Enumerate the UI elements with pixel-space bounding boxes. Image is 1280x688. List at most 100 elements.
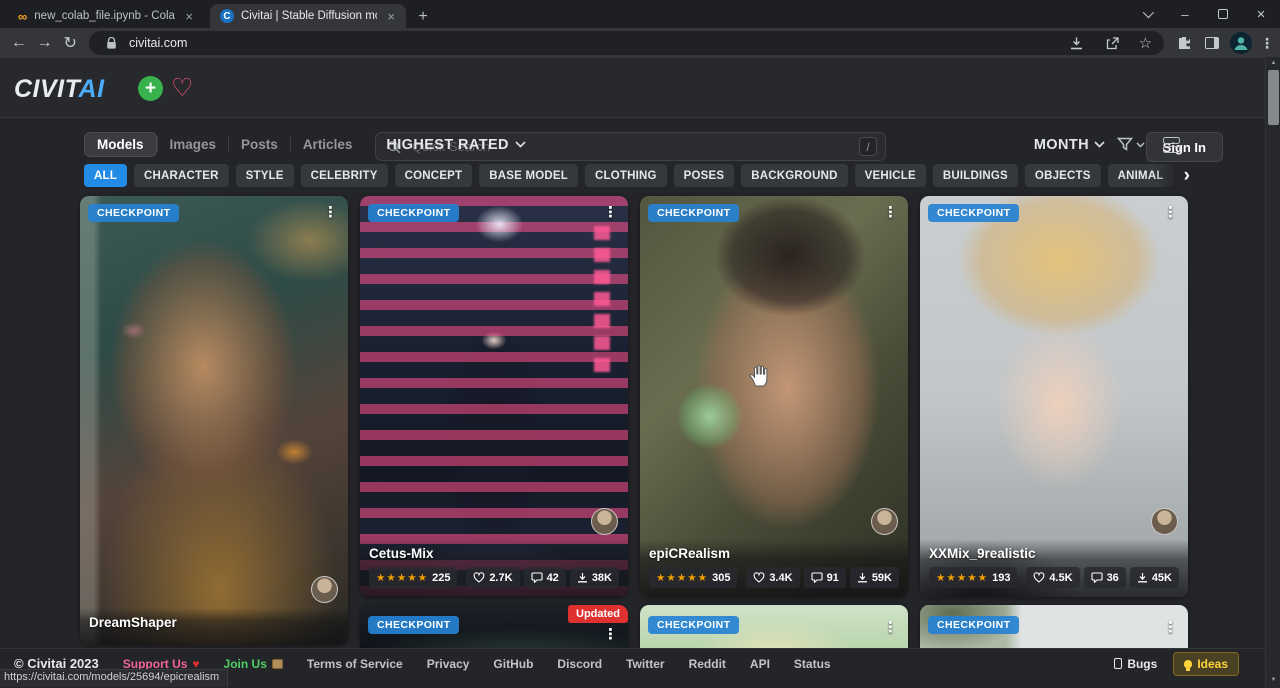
card-menu-kebab-icon[interactable]: ⋮: [1157, 201, 1184, 223]
ideas-button[interactable]: Ideas: [1173, 652, 1239, 676]
card-menu-kebab-icon[interactable]: ⋮: [877, 616, 904, 638]
creator-avatar[interactable]: [871, 508, 898, 535]
model-card-partial[interactable]: CHECKPOINT Updated ⋮: [360, 605, 628, 648]
civitai-favicon: C: [220, 9, 234, 23]
chevron-down-icon: [515, 141, 526, 148]
model-card-dreamshaper[interactable]: CHECKPOINT ⋮ DreamShaper: [80, 196, 348, 645]
comments-pill: 42: [524, 567, 566, 588]
creator-avatar[interactable]: [591, 508, 618, 535]
tab-posts[interactable]: Posts: [229, 133, 290, 156]
filter-funnel-dropdown[interactable]: [1117, 137, 1145, 152]
create-plus-button[interactable]: +: [138, 76, 163, 101]
footer-link-terms[interactable]: Terms of Service: [307, 657, 403, 671]
scroll-up-arrow[interactable]: ▲: [1266, 57, 1280, 69]
footer-link-github[interactable]: GitHub: [493, 657, 533, 671]
model-type-badge: CHECKPOINT: [368, 616, 459, 634]
back-button[interactable]: ←: [6, 30, 32, 57]
tab-articles[interactable]: Articles: [291, 133, 365, 156]
card-menu-kebab-icon[interactable]: ⋮: [1157, 616, 1184, 638]
tab-close-icon[interactable]: ×: [182, 9, 196, 24]
creator-avatar[interactable]: [1151, 508, 1178, 535]
chip-character[interactable]: CHARACTER: [134, 164, 229, 187]
scrollbar-thumb[interactable]: [1268, 70, 1279, 125]
browser-profile-avatar[interactable]: [1230, 32, 1252, 54]
footer-link-twitter[interactable]: Twitter: [626, 657, 664, 671]
reload-button[interactable]: ↻: [57, 30, 83, 57]
chip-buildings[interactable]: BUILDINGS: [933, 164, 1018, 187]
tab-models[interactable]: Models: [84, 132, 157, 157]
chip-objects[interactable]: OBJECTS: [1025, 164, 1101, 187]
download-icon: [577, 572, 588, 583]
page-scrollbar[interactable]: ▲ ▼: [1265, 57, 1280, 688]
window-menu-chevron-icon[interactable]: [1128, 0, 1166, 28]
chip-base-model[interactable]: BASE MODEL: [479, 164, 578, 187]
tab-images[interactable]: Images: [158, 133, 229, 156]
rating-pill: ★★★★★225: [369, 567, 457, 588]
model-card-cetus-mix[interactable]: CHECKPOINT ⋮ Cetus-Mix ★★★★★225 2.7K 42 …: [360, 196, 628, 597]
window-minimize-button[interactable]: –: [1166, 0, 1204, 28]
layout-toggle-icon[interactable]: [1163, 137, 1180, 153]
sort-dropdown[interactable]: HIGHEST RATED: [386, 137, 526, 153]
creator-avatar[interactable]: [311, 576, 338, 603]
model-type-badge: CHECKPOINT: [648, 204, 739, 222]
download-icon: [857, 572, 868, 583]
model-card-epicrealism[interactable]: CHECKPOINT ⋮ epiCRealism ★★★★★305 3.4K 9…: [640, 196, 908, 597]
footer-link-discord[interactable]: Discord: [557, 657, 602, 671]
model-preview-image: [80, 196, 348, 645]
comments-pill: 36: [1084, 567, 1126, 588]
download-icon[interactable]: [1067, 33, 1087, 53]
search-shortcut-key: /: [859, 137, 877, 156]
model-title: epiCRealism: [649, 546, 899, 561]
window-close-button[interactable]: ×: [1242, 0, 1280, 28]
new-tab-button[interactable]: +: [412, 6, 434, 28]
share-icon[interactable]: [1103, 33, 1123, 53]
extensions-puzzle-icon[interactable]: [1174, 33, 1194, 53]
window-maximize-button[interactable]: [1204, 0, 1242, 28]
model-card-partial[interactable]: CHECKPOINT ⋮: [920, 605, 1188, 648]
chip-vehicle[interactable]: VEHICLE: [855, 164, 926, 187]
browser-tab-civitai[interactable]: C Civitai | Stable Diffusion models, ×: [210, 4, 406, 28]
model-type-badge: CHECKPOINT: [88, 204, 179, 222]
footer-link-api[interactable]: API: [750, 657, 770, 671]
chips-scroll-right[interactable]: ›: [1154, 162, 1192, 189]
forward-button[interactable]: →: [32, 30, 58, 57]
chip-background[interactable]: BACKGROUND: [741, 164, 847, 187]
card-menu-kebab-icon[interactable]: ⋮: [317, 201, 344, 223]
colab-icon: ∞: [18, 9, 27, 24]
footer-link-privacy[interactable]: Privacy: [427, 657, 470, 671]
support-heart-icon[interactable]: ♡: [171, 73, 193, 103]
chip-style[interactable]: STYLE: [236, 164, 294, 187]
tab-close-icon[interactable]: ×: [384, 9, 398, 24]
footer-link-join-us[interactable]: Join Us: [224, 657, 283, 671]
url-text[interactable]: civitai.com: [129, 36, 1059, 50]
browser-tab-colab[interactable]: ∞ new_colab_file.ipynb - Colaborat ×: [8, 4, 204, 28]
model-card-xxmix9realistic[interactable]: CHECKPOINT ⋮ XXMix_9realistic ★★★★★193 4…: [920, 196, 1188, 597]
chip-celebrity[interactable]: CELEBRITY: [301, 164, 388, 187]
chip-clothing[interactable]: CLOTHING: [585, 164, 667, 187]
address-bar[interactable]: civitai.com ☆: [89, 31, 1164, 55]
scroll-down-arrow[interactable]: ▼: [1266, 674, 1280, 686]
bugs-button[interactable]: Bugs: [1114, 657, 1157, 671]
civitai-logo[interactable]: CIVITAI: [14, 75, 105, 104]
footer-link-reddit[interactable]: Reddit: [689, 657, 726, 671]
model-preview-image: [640, 196, 908, 597]
downloads-pill: 45K: [1130, 567, 1179, 588]
card-menu-kebab-icon[interactable]: ⋮: [597, 201, 624, 223]
bug-icon: [1114, 658, 1122, 669]
lock-icon: [101, 33, 121, 53]
period-dropdown[interactable]: MONTH: [1034, 137, 1105, 153]
footer-link-status[interactable]: Status: [794, 657, 831, 671]
browser-menu-kebab-icon[interactable]: ⋮: [1260, 35, 1274, 52]
bookmark-star-icon[interactable]: ☆: [1139, 34, 1152, 52]
likes-pill: 2.7K: [466, 567, 519, 588]
chip-poses[interactable]: POSES: [674, 164, 735, 187]
model-card-partial[interactable]: CHECKPOINT ⋮: [640, 605, 908, 648]
chevron-down-icon: [1094, 141, 1105, 148]
card-menu-kebab-icon[interactable]: ⋮: [597, 623, 624, 645]
chip-concept[interactable]: CONCEPT: [395, 164, 473, 187]
link-preview-status-bar: https://civitai.com/models/25694/epicrea…: [0, 669, 228, 687]
chip-all[interactable]: ALL: [84, 164, 127, 187]
model-type-badge: CHECKPOINT: [928, 204, 1019, 222]
side-panel-icon[interactable]: [1202, 33, 1222, 53]
card-menu-kebab-icon[interactable]: ⋮: [877, 201, 904, 223]
